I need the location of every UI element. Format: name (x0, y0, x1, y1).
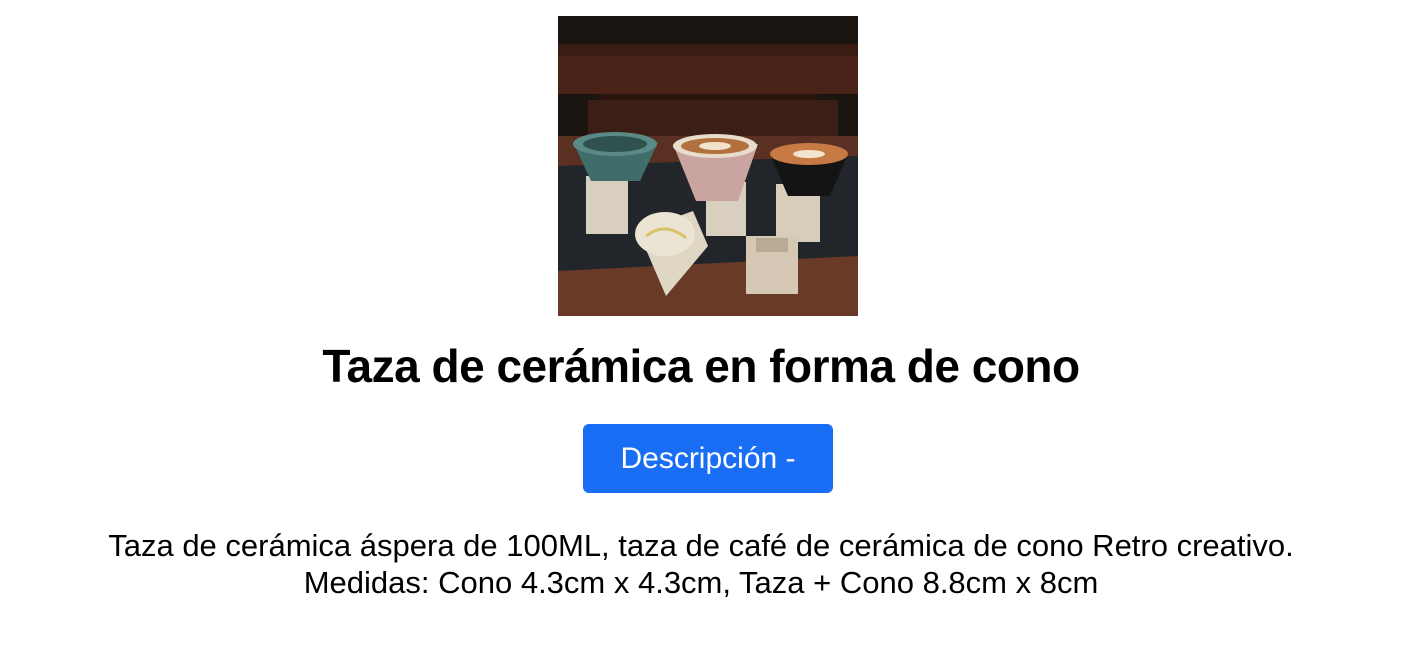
product-description: Taza de cerámica áspera de 100ML, taza d… (0, 527, 1402, 601)
product-title: Taza de cerámica en forma de cono (322, 340, 1080, 392)
description-line: Taza de cerámica áspera de 100ML, taza d… (108, 528, 1294, 563)
product-page: Taza de cerámica en forma de cono Descri… (0, 0, 1402, 652)
product-image (558, 16, 858, 316)
description-toggle-button[interactable]: Descripción - (583, 424, 833, 493)
description-line: Medidas: Cono 4.3cm x 4.3cm, Taza + Cono… (303, 565, 1099, 600)
